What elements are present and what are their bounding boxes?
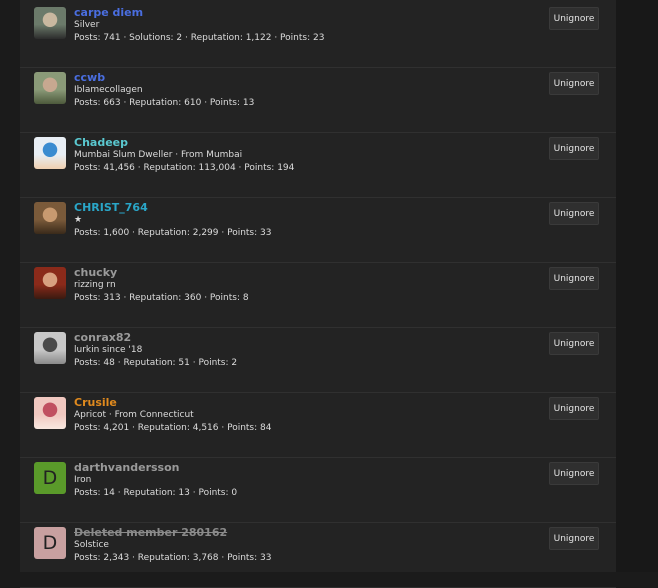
- avatar[interactable]: D: [34, 462, 66, 494]
- avatar[interactable]: [34, 332, 66, 364]
- member-row: D Deleted member 280162 Solstice Posts: 2,3…: [20, 523, 616, 588]
- unignore-button[interactable]: Unignore: [549, 332, 599, 355]
- left-gutter: [0, 0, 20, 572]
- member-name-link[interactable]: carpe diem: [74, 6, 143, 19]
- member-name-link[interactable]: Deleted member 280162: [74, 526, 227, 539]
- unignore-button[interactable]: Unignore: [549, 527, 599, 550]
- unignore-button[interactable]: Unignore: [549, 137, 599, 160]
- member-stats: Posts: 14 · Reputation: 13 · Points: 0: [74, 488, 238, 498]
- unignore-button[interactable]: Unignore: [549, 202, 599, 225]
- avatar[interactable]: [34, 202, 66, 234]
- member-stats: Posts: 48 · Reputation: 51 · Points: 2: [74, 358, 238, 368]
- member-row: Crusile Apricot · From Connecticut Posts: …: [20, 393, 616, 458]
- ignored-members-list: carpe diem Silver Posts: 741 · Solutions: …: [20, 0, 616, 588]
- member-stats: Posts: 741 · Solutions: 2 · Reputation: …: [74, 33, 325, 43]
- unignore-button[interactable]: Unignore: [549, 7, 599, 30]
- member-name-link[interactable]: darthvandersson: [74, 461, 179, 474]
- member-title: rizzing rn: [74, 280, 116, 290]
- member-title: ★: [74, 215, 83, 225]
- avatar[interactable]: [34, 72, 66, 104]
- avatar[interactable]: [34, 397, 66, 429]
- member-stats: Posts: 2,343 · Reputation: 3,768 · Point…: [74, 553, 272, 563]
- member-row: chucky rizzing rn Posts: 313 · Reputation:…: [20, 263, 616, 328]
- member-stats: Posts: 313 · Reputation: 360 · Points: 8: [74, 293, 249, 303]
- avatar[interactable]: [34, 7, 66, 39]
- member-title: lurkin since '18: [74, 345, 143, 355]
- unignore-button[interactable]: Unignore: [549, 267, 599, 290]
- member-name-link[interactable]: ccwb: [74, 71, 105, 84]
- member-title: Mumbai Slum Dweller · From Mumbai: [74, 150, 243, 160]
- avatar[interactable]: [34, 267, 66, 299]
- member-row: conrax82 lurkin since '18 Posts: 48 · Repu…: [20, 328, 616, 393]
- member-name-link[interactable]: CHRIST_764: [74, 201, 148, 214]
- member-title: Iblamecollagen: [74, 85, 143, 95]
- member-title: Solstice: [74, 540, 109, 550]
- unignore-button[interactable]: Unignore: [549, 397, 599, 420]
- member-stats: Posts: 4,201 · Reputation: 4,516 · Point…: [74, 423, 272, 433]
- member-row: ccwb Iblamecollagen Posts: 663 · Reputatio…: [20, 68, 616, 133]
- member-name-link[interactable]: chucky: [74, 266, 117, 279]
- member-name-link[interactable]: Crusile: [74, 396, 117, 409]
- unignore-button[interactable]: Unignore: [549, 72, 599, 95]
- member-row: carpe diem Silver Posts: 741 · Solutions: …: [20, 3, 616, 68]
- member-row: CHRIST_764 ★ Posts: 1,600 · Reputation: 2,…: [20, 198, 616, 263]
- member-title: Apricot · From Connecticut: [74, 410, 194, 420]
- member-row: Chadeep Mumbai Slum Dweller · From Mumbai…: [20, 133, 616, 198]
- member-stats: Posts: 41,456 · Reputation: 113,004 · Po…: [74, 163, 295, 173]
- right-gutter: [616, 0, 658, 572]
- member-title: Silver: [74, 20, 100, 30]
- member-name-link[interactable]: conrax82: [74, 331, 131, 344]
- avatar[interactable]: [34, 137, 66, 169]
- member-stats: Posts: 663 · Reputation: 610 · Points: 1…: [74, 98, 255, 108]
- member-name-link[interactable]: Chadeep: [74, 136, 128, 149]
- unignore-button[interactable]: Unignore: [549, 462, 599, 485]
- member-title: Iron: [74, 475, 92, 485]
- avatar[interactable]: D: [34, 527, 66, 559]
- member-row: Ddarthvandersson Iron Posts: 14 · Reputati…: [20, 458, 616, 523]
- member-stats: Posts: 1,600 · Reputation: 2,299 · Point…: [74, 228, 272, 238]
